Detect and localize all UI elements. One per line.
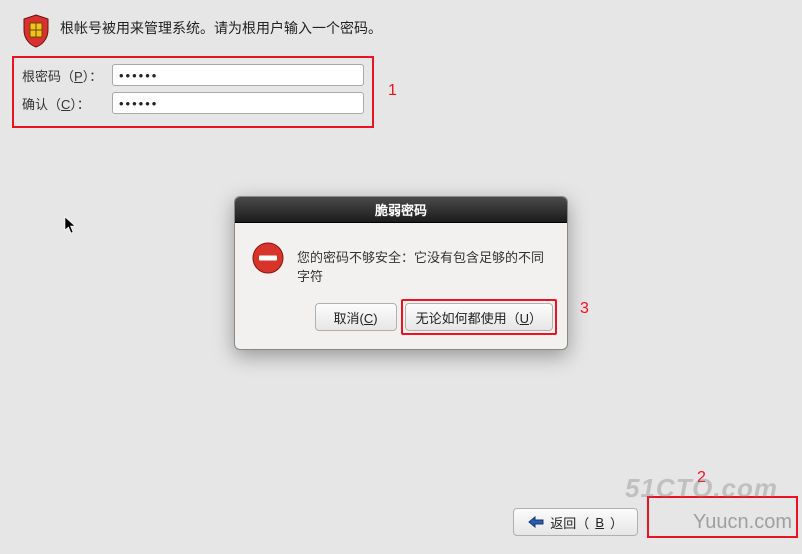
dialog-body: 您的密码不够安全：它没有包含足够的不同字符 (235, 223, 567, 291)
confirm-password-label: 确认（C）： (22, 94, 112, 113)
back-button[interactable]: 返回（B） (513, 508, 638, 536)
header-description: 根帐号被用来管理系统。请为根用户输入一个密码。 (60, 14, 382, 38)
use-anyway-button[interactable]: 无论如何都使用（U） (405, 303, 553, 331)
arrow-left-icon (528, 516, 544, 528)
mouse-cursor-icon (64, 216, 78, 234)
password-section-highlight: 根密码（P）： 确认（C）： (12, 56, 374, 128)
root-password-label: 根密码（P）： (22, 66, 112, 85)
annotation-3: 3 (580, 300, 589, 318)
confirm-password-input[interactable] (112, 92, 364, 114)
error-icon (251, 241, 285, 275)
annotation-1: 1 (388, 82, 397, 100)
dialog-button-row: 取消(C) 无论如何都使用（U） (235, 291, 567, 349)
dialog-message: 您的密码不够安全：它没有包含足够的不同字符 (297, 241, 551, 285)
dialog-title: 脆弱密码 (235, 197, 567, 223)
use-anyway-highlight: 无论如何都使用（U） (401, 299, 557, 335)
page-header: 根帐号被用来管理系统。请为根用户输入一个密码。 (0, 0, 802, 58)
shield-icon (22, 14, 50, 48)
weak-password-dialog: 脆弱密码 您的密码不够安全：它没有包含足够的不同字符 取消(C) 无论如何都使用… (234, 196, 568, 350)
root-password-row: 根密码（P）： (22, 64, 364, 86)
watermark-yuucn: Yuucn.com (693, 511, 792, 534)
root-password-input[interactable] (112, 64, 364, 86)
confirm-password-row: 确认（C）： (22, 92, 364, 114)
cancel-button[interactable]: 取消(C) (315, 303, 397, 331)
watermark-51cto: 51CTO.com (625, 473, 778, 504)
